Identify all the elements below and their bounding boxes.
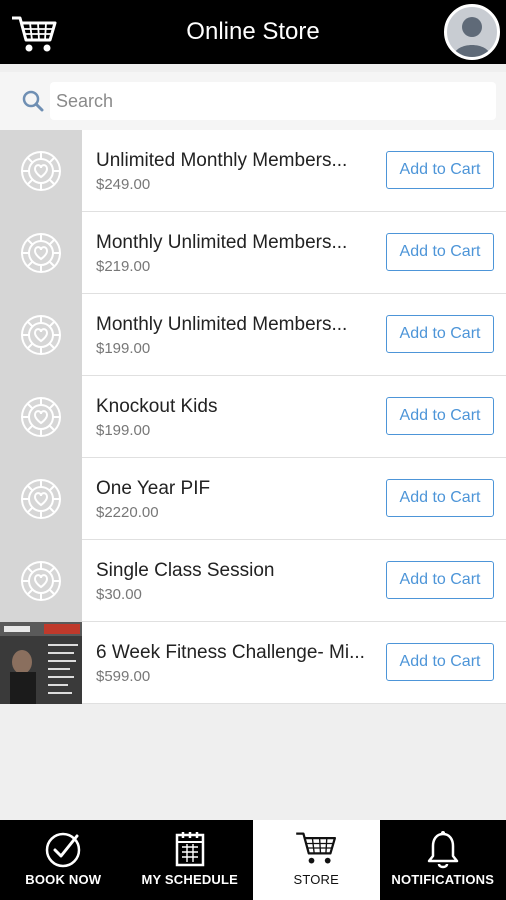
search-bar (0, 72, 506, 130)
tab-my-schedule[interactable]: MY SCHEDULE (126, 820, 253, 900)
check-circle-icon (46, 832, 81, 868)
tab-book-now[interactable]: BOOK NOW (0, 820, 127, 900)
product-price: $199.00 (96, 340, 151, 357)
tab-label: BOOK NOW (25, 872, 102, 887)
product-price: $30.00 (96, 586, 142, 603)
list-item[interactable]: Monthly Unlimited Members... $219.00 Add… (0, 212, 506, 294)
bottom-tab-bar: BOOK NOW MY SCHEDULE STORE NOTIFICATIONS (0, 820, 506, 900)
product-thumbnail (0, 540, 82, 622)
add-to-cart-button[interactable]: Add to Cart (386, 479, 494, 517)
product-name: Monthly Unlimited Members... (96, 314, 348, 335)
list-item[interactable]: Monthly Unlimited Members... $199.00 Add… (0, 294, 506, 376)
add-to-cart-button[interactable]: Add to Cart (386, 233, 494, 271)
product-thumbnail (0, 294, 82, 376)
tab-label: STORE (293, 872, 340, 887)
list-item[interactable]: Unlimited Monthly Members... $249.00 Add… (0, 130, 506, 212)
product-price: $199.00 (96, 422, 151, 439)
app-header: Online Store (0, 0, 506, 64)
tab-store[interactable]: STORE (253, 820, 380, 900)
product-name: Monthly Unlimited Members... (96, 232, 348, 253)
calendar-icon (175, 832, 204, 867)
product-name: 6 Week Fitness Challenge- Mi... (96, 642, 365, 663)
tab-label: NOTIFICATIONS (391, 872, 495, 887)
add-to-cart-button[interactable]: Add to Cart (386, 643, 494, 681)
product-price: $599.00 (96, 668, 151, 685)
list-item[interactable]: One Year PIF $2220.00 Add to Cart (0, 458, 506, 540)
add-to-cart-button[interactable]: Add to Cart (386, 561, 494, 599)
product-price: $249.00 (96, 176, 151, 193)
product-price: $219.00 (96, 258, 151, 275)
placeholder-logo-icon (21, 233, 61, 273)
product-name: One Year PIF (96, 478, 211, 499)
fitness-challenge-photo (0, 622, 82, 704)
list-item[interactable]: Knockout Kids $199.00 Add to Cart (0, 376, 506, 458)
search-icon (22, 90, 44, 112)
tab-notifications[interactable]: NOTIFICATIONS (379, 820, 506, 900)
add-to-cart-button[interactable]: Add to Cart (386, 397, 494, 435)
placeholder-logo-icon (21, 561, 61, 601)
placeholder-logo-icon (21, 479, 61, 519)
product-price: $2220.00 (96, 504, 159, 521)
bell-icon (427, 831, 458, 869)
tab-label: MY SCHEDULE (141, 872, 239, 887)
product-name: Unlimited Monthly Members... (96, 150, 348, 171)
placeholder-logo-icon (21, 151, 61, 191)
product-thumbnail (0, 458, 82, 540)
product-thumbnail (0, 376, 82, 458)
add-to-cart-button[interactable]: Add to Cart (386, 315, 494, 353)
product-thumbnail (0, 130, 82, 212)
product-thumbnail (0, 212, 82, 294)
list-item[interactable]: Single Class Session $30.00 Add to Cart (0, 540, 506, 622)
list-item[interactable]: 6 Week Fitness Challenge- Mi... $599.00 … (0, 622, 506, 704)
placeholder-logo-icon (21, 397, 61, 437)
avatar[interactable] (444, 4, 500, 60)
product-name: Knockout Kids (96, 396, 218, 417)
product-photo (0, 622, 82, 704)
placeholder-logo-icon (21, 315, 61, 355)
page-title: Online Store (186, 18, 320, 45)
shopping-cart-icon (296, 832, 337, 864)
search-input[interactable] (50, 82, 496, 120)
product-name: Single Class Session (96, 560, 275, 581)
user-avatar-icon (453, 17, 491, 57)
product-list: Unlimited Monthly Members... $249.00 Add… (0, 130, 506, 704)
add-to-cart-button[interactable]: Add to Cart (386, 151, 494, 189)
